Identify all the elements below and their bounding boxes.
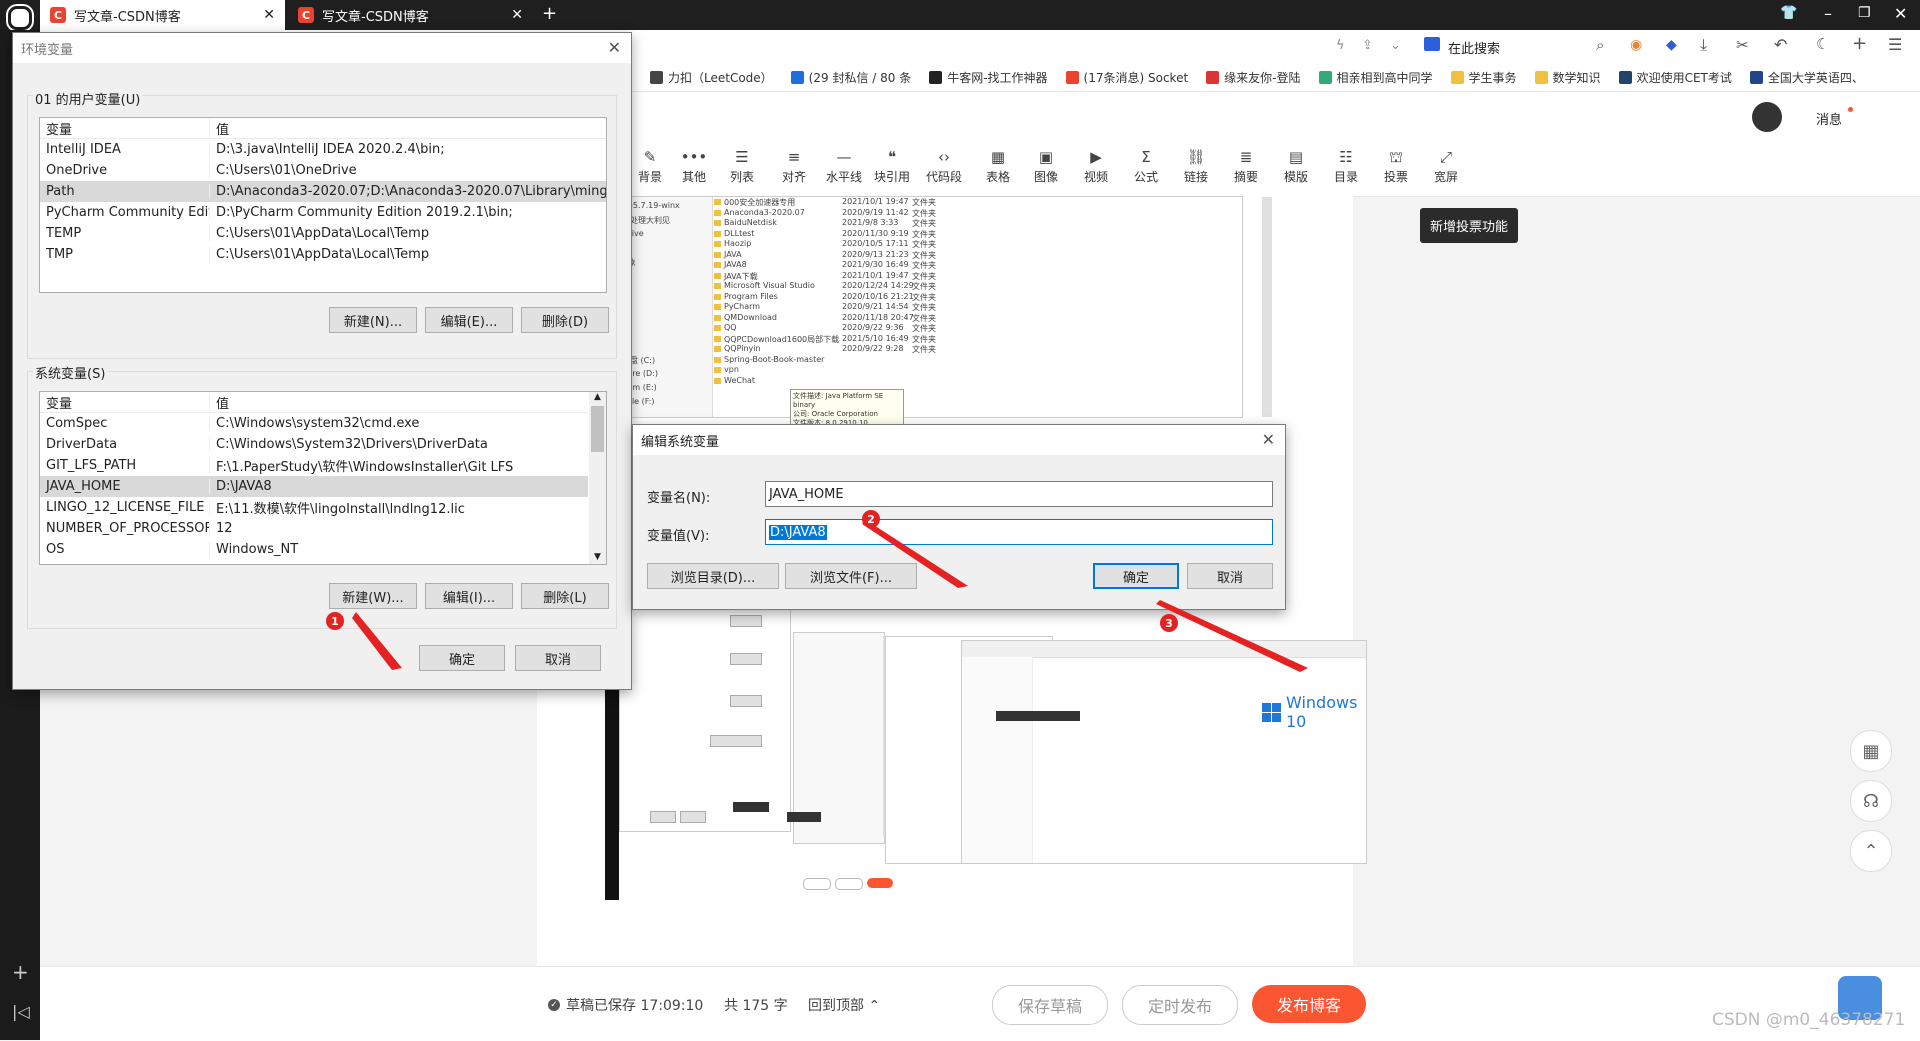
annotation-arrows bbox=[352, 520, 1308, 672]
arrow-1 bbox=[352, 612, 402, 670]
annotation-marker-2: 2 bbox=[862, 510, 880, 528]
annotation-marker-3: 3 bbox=[1160, 614, 1178, 632]
annotation-marker-1: 1 bbox=[326, 612, 344, 630]
arrow-3 bbox=[1156, 600, 1308, 672]
arrow-2 bbox=[862, 520, 968, 588]
